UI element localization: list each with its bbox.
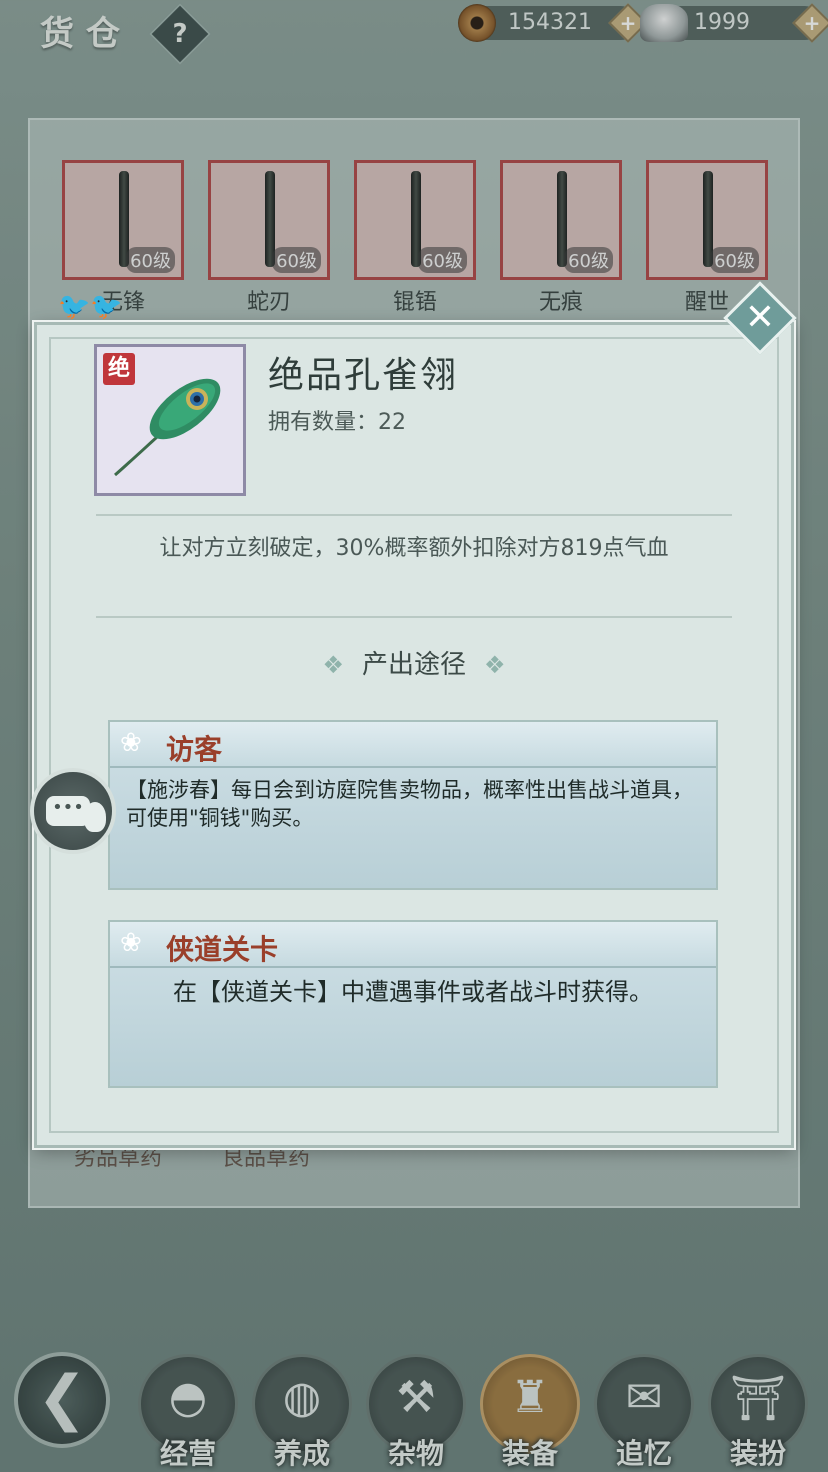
close-icon: ✕ <box>744 297 776 338</box>
divider <box>96 616 732 618</box>
birds-decoration-icon: 🐦🐦 <box>58 292 123 322</box>
diamond-ornament-icon: ❖ <box>484 651 506 679</box>
chat-button[interactable]: ••• <box>30 768 116 854</box>
item-description: 让对方立刻破定，30%概率额外扣除对方819点气血 <box>159 536 669 561</box>
source-card-text: 在【侠道关卡】中遭遇事件或者战斗时获得。 <box>173 978 653 1006</box>
lotus-icon: ❀ <box>120 928 142 958</box>
peacock-feather-icon <box>114 378 221 477</box>
source-card-stage: ❀ 侠道关卡 在【侠道关卡】中遭遇事件或者战斗时获得。 <box>108 920 718 1088</box>
source-card-text: 【施涉春】每日会到访庭院售卖物品，概率性出售战斗道具，可使用"铜钱"购买。 <box>126 778 693 830</box>
jar-icon <box>84 802 106 832</box>
item-count-value: 22 <box>378 410 407 435</box>
lotus-icon: ❀ <box>120 728 142 758</box>
source-card-title: 访客 <box>166 733 223 766</box>
diamond-ornament-icon: ❖ <box>322 651 344 679</box>
item-count: 拥有数量：22 <box>268 404 406 436</box>
divider <box>96 514 732 516</box>
item-count-label: 拥有数量： <box>268 410 379 435</box>
sources-heading-label: 产出途径 <box>361 650 466 680</box>
source-card-title: 侠道关卡 <box>166 933 279 966</box>
source-card-visitor: ❀ 访客 【施涉春】每日会到访庭院售卖物品，概率性出售战斗道具，可使用"铜钱"购… <box>108 720 718 890</box>
item-icon: 绝 <box>94 344 246 496</box>
item-name: 绝品孔雀翎 <box>268 355 459 396</box>
sources-heading: ❖ 产出途径 ❖ <box>96 644 732 681</box>
source-card-header: ❀ 访客 <box>110 722 716 768</box>
source-card-header: ❀ 侠道关卡 <box>110 922 716 968</box>
